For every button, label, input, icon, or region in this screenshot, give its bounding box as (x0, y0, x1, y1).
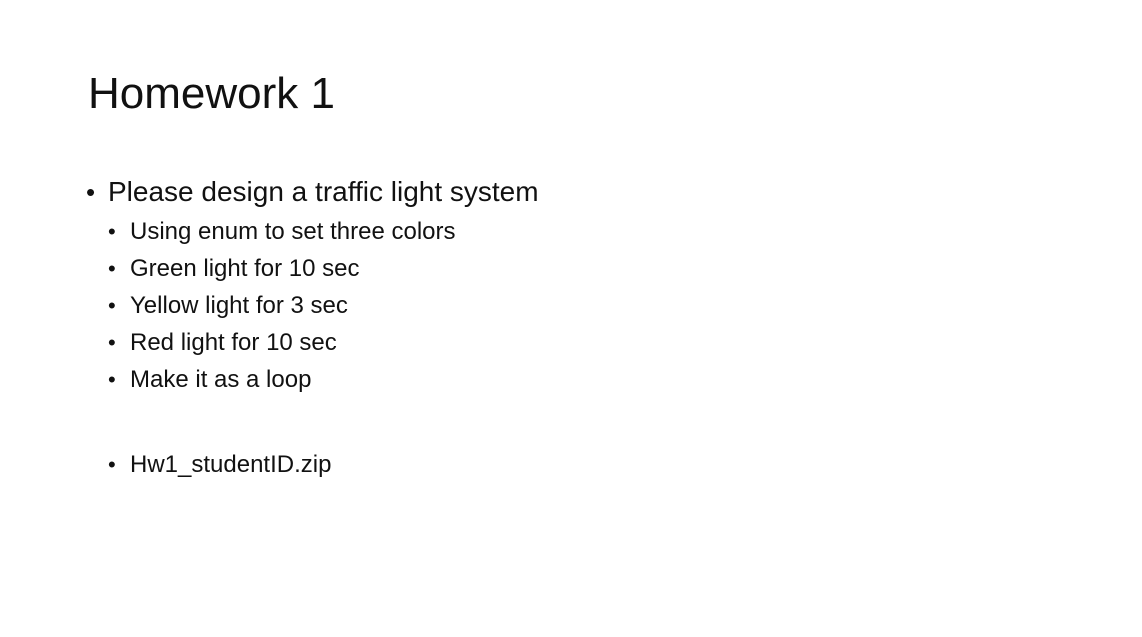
sub-bullet-text: Hw1_studentID.zip (130, 451, 332, 478)
bullet-icon: • (86, 177, 96, 207)
sub-bullet-text: Yellow light for 3 sec (130, 292, 348, 319)
bullet-icon: • (108, 219, 116, 244)
bullet-text: Please design a traffic light system (108, 176, 539, 207)
sub-bullet-text: Make it as a loop (130, 366, 312, 393)
sub-bullet-text: Green light for 10 sec (130, 255, 360, 282)
bullet-icon: • (108, 293, 116, 318)
bullet-icon: • (108, 256, 116, 281)
sub-bullet-text: Red light for 10 sec (130, 329, 337, 356)
sub-bullet-text: Using enum to set three colors (130, 218, 456, 245)
slide-title: Homework 1 (88, 69, 335, 118)
bullet-icon: • (108, 330, 116, 355)
bullet-icon: • (108, 452, 116, 477)
bullet-icon: • (108, 367, 116, 392)
slide: Homework 1 • Please design a traffic lig… (0, 0, 1142, 637)
